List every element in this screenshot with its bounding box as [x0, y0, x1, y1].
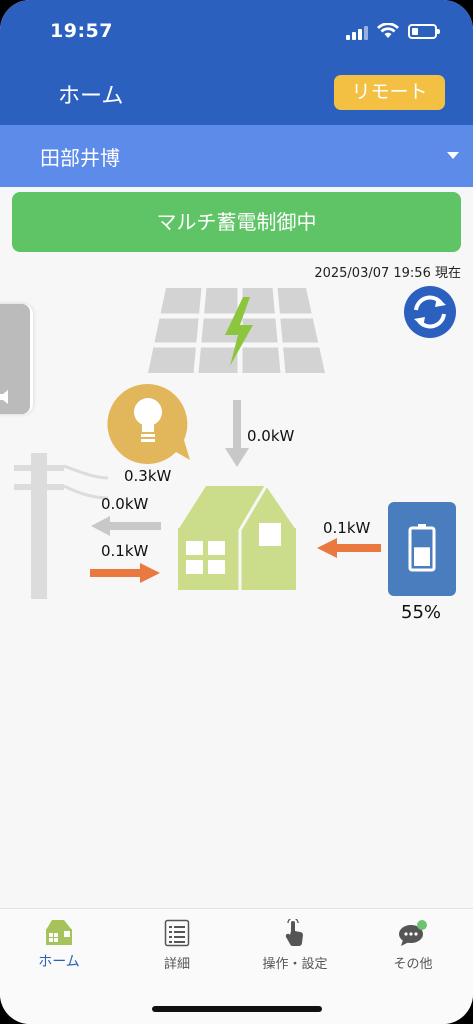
tab-other[interactable]: その他	[354, 919, 472, 989]
solar-flow-arrow	[225, 400, 249, 467]
solar-power-value: 0.0kW	[247, 427, 295, 445]
mode-banner: マルチ蓄電制御中	[12, 192, 461, 252]
battery-flow-arrow	[317, 538, 381, 558]
page-title: ホーム	[58, 84, 124, 109]
tab-other-label: その他	[393, 957, 433, 972]
battery-discharge-value: 0.1kW	[323, 519, 371, 537]
house-icon	[46, 920, 72, 945]
cellular-signal-icon	[346, 26, 370, 40]
remote-button[interactable]: リモート	[334, 75, 445, 110]
grid-sell-value: 0.0kW	[101, 495, 149, 513]
energy-flow-diagram	[14, 287, 456, 599]
tab-details-label: 詳細	[163, 957, 190, 972]
solar-panel-icon	[148, 287, 325, 374]
storage-battery-icon	[388, 502, 456, 596]
grid-buy-arrow	[90, 563, 160, 583]
tab-home-label: ホーム	[38, 954, 80, 970]
tab-operation-settings[interactable]: 操作・設定	[236, 919, 354, 989]
light-bulb-icon	[107, 383, 190, 464]
home-indicator	[152, 1006, 322, 1012]
phone-battery-icon	[408, 24, 440, 39]
timestamp: 2025/03/07 19:56 現在	[314, 266, 461, 281]
wifi-icon	[377, 23, 399, 38]
status-time: 19:57	[50, 20, 113, 42]
tab-home[interactable]: ホーム	[0, 919, 118, 989]
tab-details[interactable]: 詳細	[118, 919, 236, 989]
house-icon	[178, 485, 296, 590]
grid-buy-value: 0.1kW	[101, 542, 149, 560]
consumption-value: 0.3kW	[124, 467, 172, 485]
site-selector-value: 田部井博	[40, 146, 120, 170]
list-icon	[164, 919, 190, 947]
dropdown-arrow-icon	[447, 152, 459, 159]
site-selector[interactable]: 田部井博	[0, 125, 473, 187]
hand-pointer-icon	[285, 919, 303, 947]
battery-level: 55%	[401, 602, 442, 623]
tab-operation-settings-label: 操作・設定	[262, 957, 328, 972]
app-screen: 19:57 ホーム リモート 田部井博 マルチ蓄電制御中 2025/03/07 …	[0, 0, 473, 1024]
grid-sell-arrow	[91, 516, 161, 536]
chat-bubble-icon	[399, 920, 427, 946]
header-bar: 19:57 ホーム リモート	[0, 0, 473, 125]
